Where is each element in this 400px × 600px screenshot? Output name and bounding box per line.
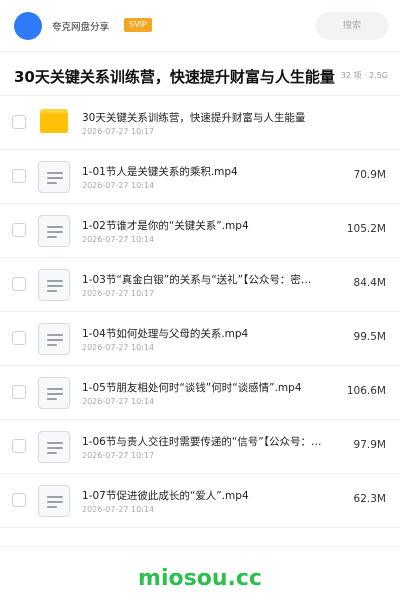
document-icon [38, 431, 70, 463]
watermark-text: miosou.cc [138, 566, 262, 591]
file-date: 2026-07-27 10:17 [82, 127, 155, 136]
file-name: 1-01节人是关键关系的乘积.mp4 [82, 166, 238, 178]
file-size: 106.6M [346, 385, 386, 397]
folder-icon [40, 109, 68, 133]
file-name: 1-07节促进彼此成长的“爱人”.mp4 [82, 490, 249, 502]
file-date: 2026-07-27 10:14 [82, 397, 155, 406]
list-item[interactable]: 1-04节如何处理与父母的关系.mp4 2026-07-27 10:14 99.… [0, 312, 400, 366]
file-date: 2026-07-27 10:14 [82, 181, 155, 190]
file-name: 1-03节“真金白银”的关系与“送礼”【公众号：密… [82, 274, 312, 286]
document-icon [38, 485, 70, 517]
file-name: 1-04节如何处理与父母的关系.mp4 [82, 328, 249, 340]
select-checkbox[interactable] [12, 115, 26, 129]
document-icon [38, 215, 70, 247]
file-date: 2026-07-27 10:14 [82, 235, 155, 244]
list-item-folder[interactable]: 30天关键关系训练营，快速提升财富与人生能量 2026-07-27 10:17 [0, 96, 400, 150]
item-count-size: 32 项 · 2.5G [340, 71, 388, 80]
select-checkbox[interactable] [12, 439, 26, 453]
avatar[interactable] [14, 12, 42, 40]
document-icon [38, 323, 70, 355]
list-item[interactable]: 1-03节“真金白银”的关系与“送礼”【公众号：密… 2026-07-27 10… [0, 258, 400, 312]
file-date: 2026-07-27 10:14 [82, 505, 155, 514]
file-list: 30天关键关系训练营，快速提升财富与人生能量 2026-07-27 10:17 … [0, 96, 400, 528]
select-checkbox[interactable] [12, 385, 26, 399]
list-item[interactable]: 1-02节谁才是你的“关键关系”.mp4 2026-07-27 10:14 10… [0, 204, 400, 258]
file-date: 2026-07-27 10:17 [82, 451, 155, 460]
file-name: 1-06节与贵人交往时需要传递的“信号”【公众号：… [82, 436, 322, 448]
file-size: 97.9M [353, 439, 386, 451]
document-icon [38, 161, 70, 193]
list-item[interactable]: 1-01节人是关键关系的乘积.mp4 2026-07-27 10:14 70.9… [0, 150, 400, 204]
list-item[interactable]: 1-07节促进彼此成长的“爱人”.mp4 2026-07-27 10:14 62… [0, 474, 400, 528]
file-name: 30天关键关系训练营，快速提升财富与人生能量 [82, 112, 306, 124]
file-size: 99.5M [353, 331, 386, 343]
file-size: 84.4M [353, 277, 386, 289]
select-checkbox[interactable] [12, 223, 26, 237]
file-size: 105.2M [346, 223, 386, 235]
select-checkbox[interactable] [12, 331, 26, 345]
app-name: 夸克网盘分享 [52, 22, 110, 33]
document-icon [38, 377, 70, 409]
file-size: 62.3M [353, 493, 386, 505]
list-item[interactable]: 1-05节朋友相处何时“谈钱”何时“谈感情”.mp4 2026-07-27 10… [0, 366, 400, 420]
top-bar: 夸克网盘分享 SVIP 搜索 [0, 0, 400, 52]
file-date: 2026-07-27 10:14 [82, 343, 155, 352]
select-checkbox[interactable] [12, 493, 26, 507]
page-header: 30天关键关系训练营，快速提升财富与人生能量 32 项 · 2.5G [0, 52, 400, 96]
search-input[interactable]: 搜索 [316, 12, 388, 40]
page-title: 30天关键关系训练营，快速提升财富与人生能量 [14, 68, 335, 86]
file-name: 1-02节谁才是你的“关键关系”.mp4 [82, 220, 249, 232]
svip-badge: SVIP [124, 18, 152, 32]
file-date: 2026-07-27 10:17 [82, 289, 155, 298]
list-item[interactable]: 1-06节与贵人交往时需要传递的“信号”【公众号：… 2026-07-27 10… [0, 420, 400, 474]
file-size: 70.9M [353, 169, 386, 181]
document-icon [38, 269, 70, 301]
select-checkbox[interactable] [12, 277, 26, 291]
select-checkbox[interactable] [12, 169, 26, 183]
file-name: 1-05节朋友相处何时“谈钱”何时“谈感情”.mp4 [82, 382, 302, 394]
